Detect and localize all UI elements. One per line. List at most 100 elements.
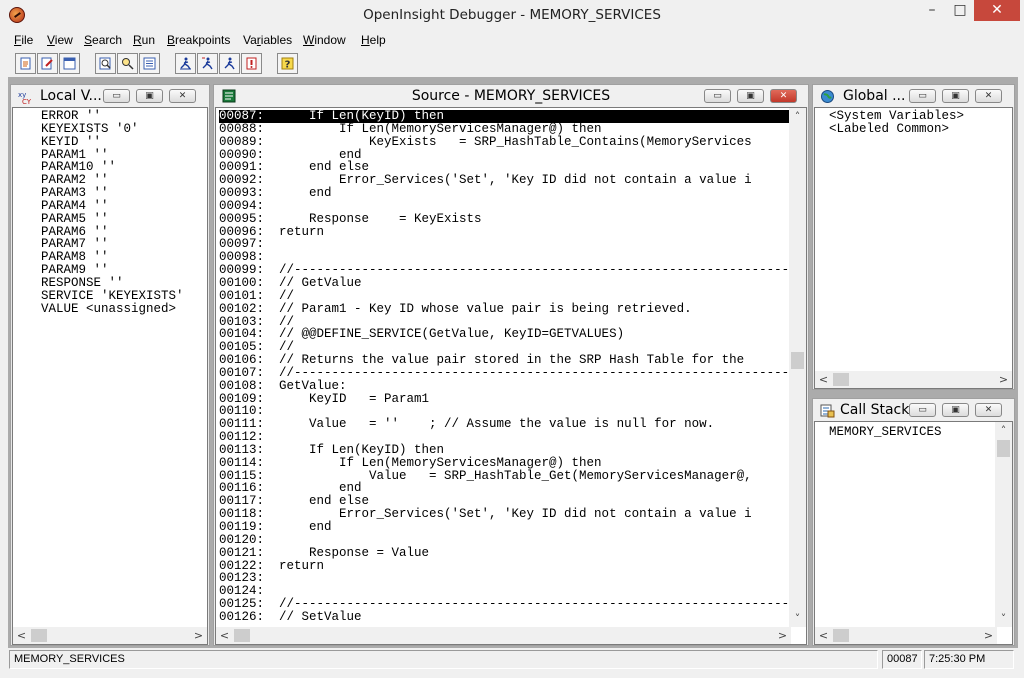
local-var-item[interactable]: PARAM3 '': [41, 187, 184, 200]
source-vscroll-thumb[interactable]: [791, 352, 804, 369]
local-vars-list[interactable]: ERROR '' KEYEXISTS '0' KEYID '' PARAM1 '' PA…: [12, 107, 208, 645]
call-stack-hscrollbar[interactable]: < >: [815, 627, 997, 644]
menu-breakpoints[interactable]: Breakpoints: [167, 33, 230, 47]
local-var-item[interactable]: RESPONSE '': [41, 277, 184, 290]
source-line[interactable]: 00108: GetValue:: [219, 379, 789, 393]
open-file-button[interactable]: [15, 53, 36, 74]
step-button[interactable]: [175, 53, 196, 74]
source-line[interactable]: 00125: //-------------------------------…: [219, 598, 806, 611]
global-vars-close-button[interactable]: ✕: [975, 89, 1002, 103]
scroll-down-icon[interactable]: ˅: [789, 610, 806, 627]
scroll-left-icon[interactable]: <: [815, 627, 832, 644]
scroll-left-icon[interactable]: <: [216, 627, 233, 644]
source-line[interactable]: 00087: If Len(KeyID) then: [219, 110, 789, 123]
call-stack-item[interactable]: MEMORY_SERVICES: [829, 426, 942, 439]
find-next-button[interactable]: [117, 53, 138, 74]
scroll-thumb[interactable]: [31, 629, 47, 642]
scroll-left-icon[interactable]: <: [13, 627, 30, 644]
local-var-item[interactable]: PARAM5 '': [41, 212, 184, 226]
call-stack-list[interactable]: MEMORY_SERVICES ˄ ˅ < >: [814, 421, 1013, 645]
scroll-thumb[interactable]: [833, 629, 849, 642]
source-line[interactable]: 00106: // Returns the value pair stored …: [219, 354, 789, 367]
scroll-up-icon[interactable]: ˄: [995, 422, 1012, 439]
local-vars-hscrollbar[interactable]: < >: [13, 627, 207, 644]
local-var-item[interactable]: KEYEXISTS '0': [41, 122, 184, 136]
run-button[interactable]: [219, 53, 240, 74]
local-var-item[interactable]: SERVICE 'KEYEXISTS': [41, 289, 184, 303]
source-line[interactable]: 00096: return: [219, 225, 789, 239]
scroll-right-icon[interactable]: >: [995, 371, 1012, 388]
local-var-item[interactable]: KEYID '': [41, 135, 184, 149]
local-var-item[interactable]: PARAM4 '': [41, 200, 184, 213]
scroll-up-icon[interactable]: ˄: [789, 108, 806, 125]
source-line[interactable]: 00097:: [219, 238, 789, 251]
global-var-item[interactable]: <System Variables>: [829, 110, 964, 123]
source-line[interactable]: 00113: If Len(KeyID) then: [219, 444, 789, 457]
source-line[interactable]: 00089: KeyExists = SRP_HashTable_Contain…: [219, 135, 789, 149]
source-line[interactable]: 00095: Response = KeyExists: [219, 212, 789, 226]
global-vars-list[interactable]: <System Variables> <Labeled Common> < >: [814, 107, 1013, 389]
source-line[interactable]: 00100: // GetValue: [219, 277, 789, 290]
global-vars-title-bar[interactable]: Global ... ▭ ▣ ✕: [813, 85, 1014, 107]
menu-help[interactable]: Help: [361, 33, 386, 47]
source-line[interactable]: 00104: // @@DEFINE_SERVICE(GetValue, Key…: [219, 328, 789, 341]
global-var-item[interactable]: <Labeled Common>: [829, 122, 964, 136]
menu-view[interactable]: View: [47, 33, 73, 47]
local-vars-title-bar[interactable]: xy CY Local V... ▭ ▣ ✕: [11, 85, 209, 107]
local-vars-maximize-button[interactable]: ▣: [136, 89, 163, 103]
menu-file[interactable]: File: [14, 33, 33, 47]
maximize-button[interactable]: □: [946, 0, 974, 21]
source-line[interactable]: 00088: If Len(MemoryServicesManager@) th…: [219, 122, 789, 136]
local-vars-minimize-button[interactable]: ▭: [103, 89, 130, 103]
edit-button[interactable]: [37, 53, 58, 74]
minimize-button[interactable]: –: [918, 0, 946, 21]
source-editor[interactable]: 00087: If Len(KeyID) then 00088: If Len(M…: [215, 107, 807, 645]
scroll-right-icon[interactable]: >: [980, 627, 997, 644]
call-stack-close-button[interactable]: ✕: [975, 403, 1002, 417]
source-line[interactable]: 00094:: [219, 200, 789, 213]
global-vars-minimize-button[interactable]: ▭: [909, 89, 936, 103]
source-line[interactable]: 00122: return: [219, 559, 789, 573]
global-vars-maximize-button[interactable]: ▣: [942, 89, 969, 103]
window-button[interactable]: [59, 53, 80, 74]
scroll-left-icon[interactable]: <: [815, 371, 832, 388]
source-line[interactable]: 00107: //-------------------------------…: [219, 367, 806, 380]
local-var-item[interactable]: ERROR '': [41, 110, 184, 123]
source-line[interactable]: 00126: // SetValue: [219, 611, 789, 624]
source-close-button[interactable]: ✕: [770, 89, 797, 103]
local-var-item[interactable]: VALUE <unassigned>: [41, 302, 184, 316]
source-line[interactable]: 00109: KeyID = Param1: [219, 392, 789, 406]
source-line[interactable]: 00102: // Param1 - Key ID whose value pa…: [219, 302, 789, 316]
source-line[interactable]: 00121: Response = Value: [219, 546, 789, 560]
source-line[interactable]: 00111: Value = '' ; // Assume the value …: [219, 418, 789, 431]
source-line[interactable]: 00093: end: [219, 187, 789, 200]
scroll-right-icon[interactable]: >: [774, 627, 791, 644]
menu-search[interactable]: Search: [84, 33, 122, 47]
source-minimize-button[interactable]: ▭: [704, 89, 731, 103]
call-stack-maximize-button[interactable]: ▣: [942, 403, 969, 417]
list-button[interactable]: [139, 53, 160, 74]
source-vscrollbar[interactable]: ˄ ˅: [789, 108, 806, 627]
call-stack-minimize-button[interactable]: ▭: [909, 403, 936, 417]
scroll-down-icon[interactable]: ˅: [995, 610, 1012, 627]
source-hscrollbar[interactable]: < >: [216, 627, 791, 644]
scroll-right-icon[interactable]: >: [190, 627, 207, 644]
call-stack-vscroll-thumb[interactable]: [997, 440, 1010, 457]
source-maximize-button[interactable]: ▣: [737, 89, 764, 103]
source-hscroll-thumb[interactable]: [234, 629, 250, 642]
menu-variables[interactable]: Variables: [243, 33, 292, 47]
stop-button[interactable]: [241, 53, 262, 74]
scroll-thumb[interactable]: [833, 373, 849, 386]
source-title-bar[interactable]: Source - MEMORY_SERVICES ▭ ▣ ✕: [214, 85, 808, 107]
call-stack-title-bar[interactable]: Call Stack ▭ ▣ ✕: [813, 399, 1014, 421]
step-over-button[interactable]: [197, 53, 218, 74]
source-line[interactable]: 00101: //: [219, 289, 789, 303]
menu-window[interactable]: Window: [303, 33, 346, 47]
source-line[interactable]: 00123:: [219, 572, 789, 585]
local-vars-close-button[interactable]: ✕: [169, 89, 196, 103]
source-line[interactable]: 00114: If Len(MemoryServicesManager@) th…: [219, 456, 789, 470]
help-button[interactable]: ?: [277, 53, 298, 74]
close-button[interactable]: ✕: [974, 0, 1020, 21]
menu-run[interactable]: Run: [133, 33, 155, 47]
source-line[interactable]: 00112:: [219, 431, 789, 444]
